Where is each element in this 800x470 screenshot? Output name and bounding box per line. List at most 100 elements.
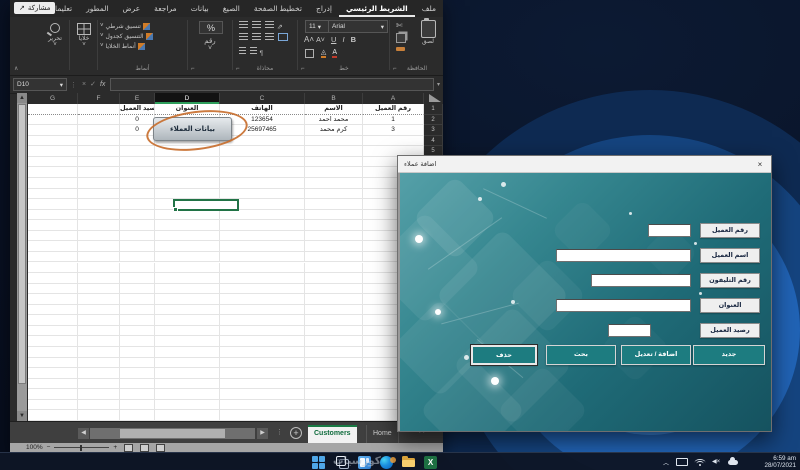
formula-bar-expand-icon[interactable]: ▾ [437, 81, 440, 88]
cell-C8[interactable] [220, 177, 305, 189]
cell-F16[interactable] [78, 262, 120, 274]
cell-C23[interactable] [220, 336, 305, 348]
cell-D16[interactable] [155, 262, 220, 274]
cell-F8[interactable] [78, 177, 120, 189]
cell-C15[interactable] [220, 251, 305, 263]
start-taskbar-icon[interactable] [312, 455, 325, 469]
cell-G26[interactable] [28, 368, 78, 379]
cell-D14[interactable] [155, 241, 220, 252]
cell-E26[interactable] [120, 368, 155, 379]
name-box[interactable]: D10 ▾ [13, 78, 67, 91]
cell-C20[interactable] [220, 304, 305, 316]
cell-D8[interactable] [155, 177, 220, 189]
cell-G20[interactable] [28, 304, 78, 316]
cell-D12[interactable] [155, 220, 220, 231]
excel-taskbar-icon[interactable]: X [424, 455, 437, 469]
row-header-3[interactable]: 3 [424, 125, 443, 136]
cell-F24[interactable] [78, 347, 120, 358]
cell-D9[interactable] [155, 188, 220, 200]
field-input-4[interactable] [608, 324, 651, 337]
indent-icon[interactable] [239, 47, 246, 55]
wifi-icon[interactable] [694, 458, 706, 466]
cell-C22[interactable] [220, 325, 305, 337]
close-icon[interactable]: × [754, 159, 766, 170]
collapse-ribbon-icon[interactable]: ∧ [14, 65, 18, 72]
edit-button[interactable]: تحرير ˅ [42, 23, 68, 48]
percent-style-button[interactable]: % [199, 21, 223, 34]
cell-F1[interactable] [78, 104, 120, 115]
cell-B28[interactable] [305, 389, 363, 400]
hscroll-left-arrow[interactable]: ◀ [78, 428, 89, 439]
cell-G11[interactable] [28, 209, 78, 221]
normal-view-icon[interactable] [156, 443, 166, 452]
cell-B22[interactable] [305, 325, 363, 337]
cell-G15[interactable] [28, 251, 78, 263]
orientation-icon[interactable]: ⇗ [277, 24, 283, 31]
zoom-in-icon[interactable]: + [113, 444, 117, 451]
cell-E1[interactable]: رصيد العميل [120, 104, 155, 115]
cell-C21[interactable] [220, 315, 305, 326]
hscroll-right-arrow[interactable]: ▶ [257, 428, 268, 439]
cells-button[interactable]: خلايا ˅ [72, 23, 96, 48]
cell-G1[interactable] [28, 104, 78, 115]
insert-function-icon[interactable]: fx [100, 80, 105, 89]
dialog-button-جديد[interactable]: جديد [693, 345, 765, 365]
cell-B19[interactable] [305, 294, 363, 305]
ribbon-tab-تخطيط الصفحة[interactable]: تخطيط الصفحة [247, 0, 309, 17]
cell-C14[interactable] [220, 241, 305, 252]
field-input-1[interactable] [556, 249, 691, 262]
clipboard-dialog-launcher[interactable]: ⌐ [393, 66, 397, 72]
cell-A2[interactable]: 1 [363, 114, 424, 126]
cell-F2[interactable] [78, 114, 120, 126]
paste-button[interactable]: لصق [415, 18, 441, 45]
cell-B26[interactable] [305, 368, 363, 379]
cell-F7[interactable] [78, 167, 120, 178]
cell-G23[interactable] [28, 336, 78, 348]
cell-D11[interactable] [155, 209, 220, 221]
align-middle-icon[interactable] [251, 21, 261, 29]
cell-G13[interactable] [28, 230, 78, 242]
align-top-icon[interactable] [239, 21, 248, 29]
cell-B21[interactable] [305, 315, 363, 326]
cell-D21[interactable] [155, 315, 220, 326]
share-button[interactable]: ↗ مشاركة [14, 2, 56, 14]
cell-G14[interactable] [28, 241, 78, 252]
cell-F15[interactable] [78, 251, 120, 263]
dialog-titlebar[interactable]: اضافة عملاء × [398, 156, 771, 173]
horizontal-scroll-thumb[interactable] [120, 429, 225, 438]
alignment-dialog-launcher[interactable]: ⌐ [236, 66, 240, 72]
cell-E22[interactable] [120, 325, 155, 337]
cell-C9[interactable] [220, 188, 305, 200]
cell-F10[interactable] [78, 199, 120, 210]
new-sheet-button[interactable]: + [290, 427, 302, 439]
cell-G19[interactable] [28, 294, 78, 305]
cell-G2[interactable] [28, 114, 78, 126]
column-header-A[interactable]: A [363, 93, 424, 104]
cell-B25[interactable] [305, 357, 363, 369]
cell-F30[interactable] [78, 410, 120, 421]
cell-B24[interactable] [305, 347, 363, 358]
field-input-0[interactable] [648, 224, 691, 237]
cell-B15[interactable] [305, 251, 363, 263]
cell-G8[interactable] [28, 177, 78, 189]
cell-B1[interactable]: الاسم [305, 104, 363, 115]
cell-F13[interactable] [78, 230, 120, 242]
selected-cell-D10[interactable] [172, 199, 239, 212]
merge-center-icon[interactable] [277, 33, 288, 41]
cell-B8[interactable] [305, 177, 363, 189]
cell-G7[interactable] [28, 167, 78, 178]
cell-D22[interactable] [155, 325, 220, 337]
zoom-slider[interactable] [54, 444, 110, 451]
touch-keyboard-icon[interactable] [676, 458, 688, 466]
cell-E20[interactable] [120, 304, 155, 316]
cell-C6[interactable] [220, 156, 305, 168]
cell-E5[interactable] [120, 146, 155, 157]
cell-F20[interactable] [78, 304, 120, 316]
cell-G3[interactable] [28, 125, 78, 136]
cell-E27[interactable] [120, 378, 155, 390]
cell-F14[interactable] [78, 241, 120, 252]
cell-F23[interactable] [78, 336, 120, 348]
cell-F22[interactable] [78, 325, 120, 337]
cell-E13[interactable] [120, 230, 155, 242]
cell-E11[interactable] [120, 209, 155, 221]
